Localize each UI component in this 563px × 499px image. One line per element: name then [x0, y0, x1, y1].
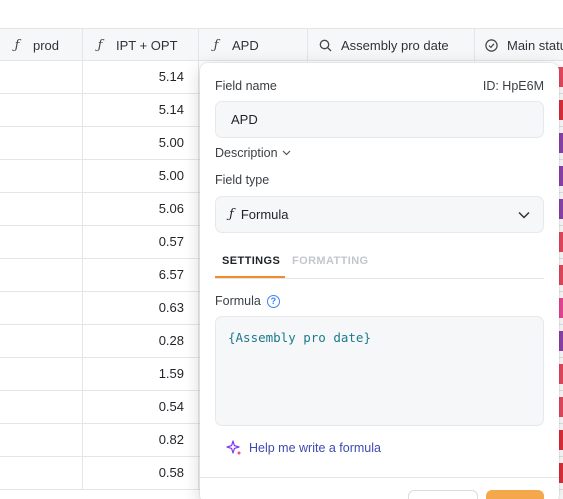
cell-ipt-opt[interactable]: 5.14 — [83, 61, 199, 94]
column-header-label: IPT + OPT — [116, 38, 178, 53]
active-tab-indicator — [215, 276, 285, 278]
sparkle-icon — [226, 440, 242, 456]
field-type-value: Formula — [240, 207, 289, 222]
cell-ipt-opt[interactable]: 6.57 — [83, 259, 199, 292]
field-type-label: Field type — [215, 173, 270, 187]
column-header-label: Main status — [507, 38, 563, 53]
cell-prod[interactable] — [0, 424, 83, 457]
formula-icon: ƒ — [97, 38, 103, 53]
field-editor-popover: Field name ID: HpE6M APD Description Fie… — [200, 63, 559, 499]
footer-divider — [200, 477, 559, 478]
cell-ipt-opt[interactable]: 0.63 — [83, 292, 199, 325]
settings-tabs: SETTINGS FORMATTING — [215, 249, 544, 279]
cancel-button[interactable] — [408, 490, 478, 499]
cell-prod[interactable] — [0, 457, 83, 490]
column-header-label: APD — [232, 38, 259, 53]
cell-ipt-opt[interactable]: 0.82 — [83, 424, 199, 457]
column-header-ipt-opt[interactable]: ƒ IPT + OPT — [83, 29, 199, 62]
help-icon[interactable]: ? — [266, 294, 280, 308]
formula-label-row: Formula ? — [215, 294, 280, 308]
cell-prod[interactable] — [0, 358, 83, 391]
field-type-select[interactable]: ƒ Formula — [215, 196, 544, 233]
cell-ipt-opt[interactable]: 0.57 — [83, 226, 199, 259]
cell-ipt-opt[interactable]: 0.54 — [83, 391, 199, 424]
field-id: ID: HpE6M — [482, 79, 544, 93]
cell-prod[interactable] — [0, 391, 83, 424]
ai-formula-helper-link[interactable]: Help me write a formula — [226, 440, 381, 456]
cell-prod[interactable] — [0, 94, 83, 127]
save-button[interactable] — [486, 490, 544, 499]
tab-formatting[interactable]: FORMATTING — [292, 255, 369, 267]
column-header-apd[interactable]: ƒ APD — [199, 29, 308, 62]
column-header-assembly-pro-date[interactable]: Assembly pro date — [308, 29, 475, 62]
cell-ipt-opt[interactable]: 0.28 — [83, 325, 199, 358]
cell-prod[interactable] — [0, 61, 83, 94]
tab-settings[interactable]: SETTINGS — [222, 255, 280, 267]
formula-editor[interactable]: {Assembly pro date} — [215, 316, 544, 426]
cell-prod[interactable] — [0, 226, 83, 259]
ai-helper-label: Help me write a formula — [249, 441, 381, 455]
cell-prod[interactable] — [0, 292, 83, 325]
chevron-down-icon — [282, 148, 291, 158]
cell-prod[interactable] — [0, 193, 83, 226]
cell-ipt-opt[interactable]: 5.00 — [83, 127, 199, 160]
chevron-down-icon — [517, 208, 531, 222]
column-header-main-status[interactable]: Main status — [475, 29, 563, 62]
cell-ipt-opt[interactable]: 5.06 — [83, 193, 199, 226]
formula-icon: ƒ — [14, 38, 20, 53]
description-label: Description — [215, 146, 278, 160]
formula-icon: ƒ — [229, 207, 234, 222]
cell-prod[interactable] — [0, 127, 83, 160]
cell-ipt-opt[interactable]: 0.58 — [83, 457, 199, 490]
formula-icon: ƒ — [213, 38, 219, 53]
field-name-label: Field name — [215, 79, 277, 93]
lookup-icon — [318, 39, 332, 52]
column-header-label: prod — [33, 38, 60, 53]
cell-prod[interactable] — [0, 325, 83, 358]
description-toggle[interactable]: Description — [215, 146, 291, 160]
grid-header: ƒ prod ƒ IPT + OPT ƒ APD Assembly pro da… — [0, 28, 563, 62]
cell-ipt-opt[interactable]: 5.00 — [83, 160, 199, 193]
formula-label: Formula — [215, 294, 261, 308]
cell-prod[interactable] — [0, 160, 83, 193]
cell-ipt-opt[interactable]: 1.59 — [83, 358, 199, 391]
column-header-label: Assembly pro date — [341, 38, 449, 53]
cell-ipt-opt[interactable]: 5.14 — [83, 94, 199, 127]
status-icon — [485, 39, 498, 52]
cell-prod[interactable] — [0, 259, 83, 292]
field-name-input[interactable]: APD — [215, 101, 544, 138]
column-header-prod[interactable]: ƒ prod — [0, 29, 83, 62]
